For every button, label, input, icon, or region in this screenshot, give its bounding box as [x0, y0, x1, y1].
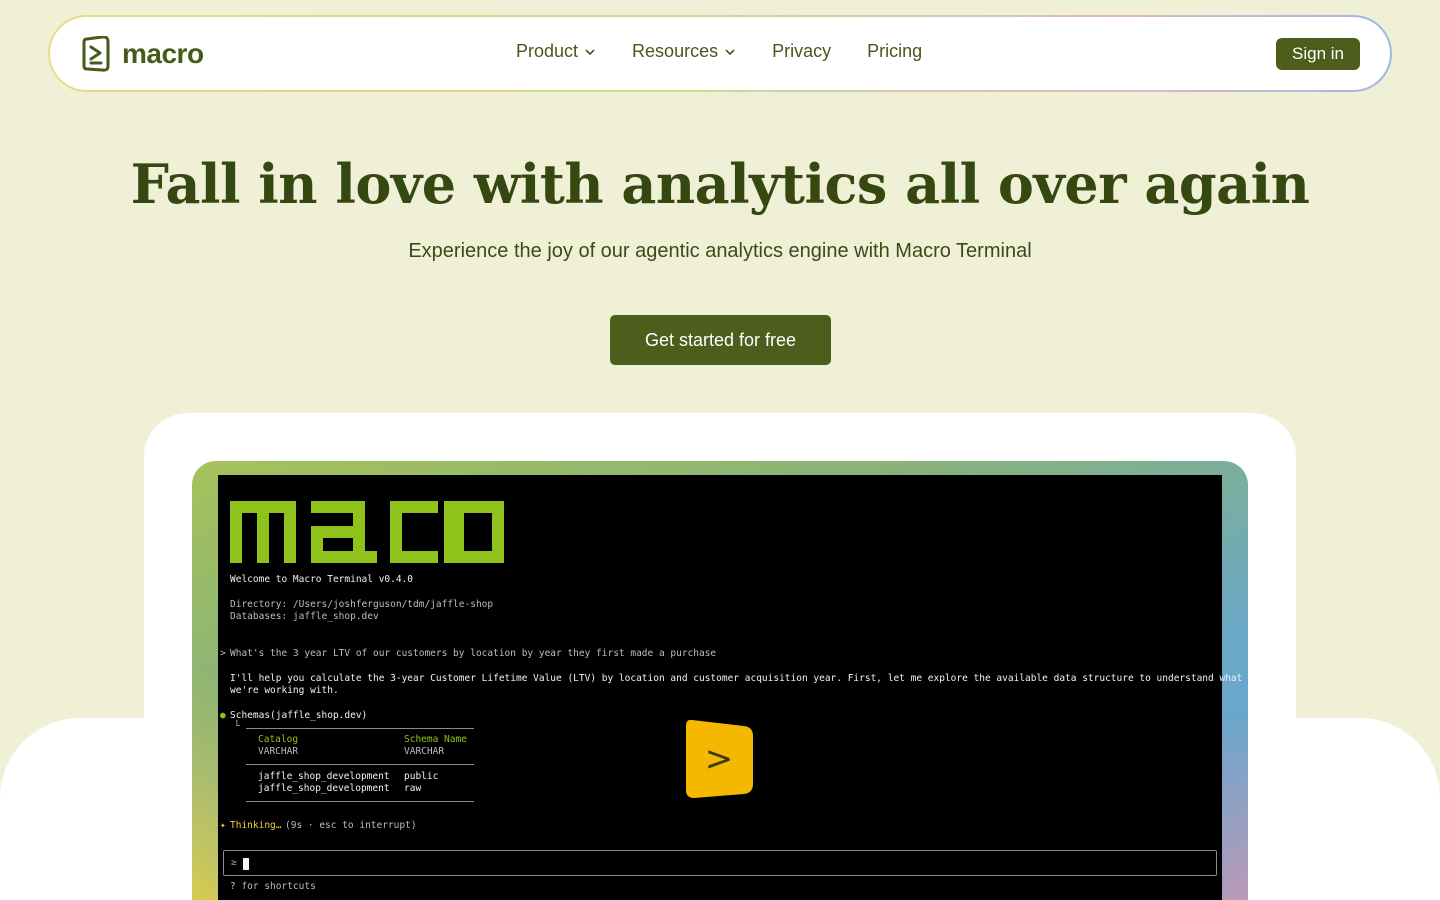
table-rule-bottom	[246, 801, 474, 802]
terminal-prompt-icon: >	[686, 719, 753, 798]
databases-text: Databases: jaffle_shop.dev	[230, 611, 379, 622]
chevron-down-icon	[585, 48, 595, 55]
hero-title: Fall in love with analytics all over aga…	[130, 152, 1310, 216]
logo-text: macro	[122, 38, 204, 69]
table-type-schema: VARCHAR	[404, 746, 445, 757]
shortcuts-hint: ? for shortcuts	[230, 881, 316, 892]
nav-resources[interactable]: Resources	[632, 41, 736, 62]
chevron-down-icon	[725, 48, 735, 55]
nav-privacy[interactable]: Privacy	[772, 41, 831, 62]
thinking-star: ✦	[220, 820, 226, 831]
table-row: public	[404, 771, 439, 782]
nav-links: Product Resources Privacy Pricing	[516, 41, 922, 62]
tool-call: Schemas(jaffle_shop.dev)	[230, 710, 368, 721]
table-row: jaffle_shop_development	[258, 771, 390, 782]
text-cursor	[243, 858, 249, 870]
table-header-schema: Schema Name	[404, 734, 467, 745]
response-line-2: we're working with.	[230, 685, 339, 696]
table-type-catalog: VARCHAR	[258, 746, 299, 757]
nav-resources-label: Resources	[632, 41, 719, 61]
query-prompt-marker: >	[220, 648, 226, 659]
thinking-label: Thinking…	[230, 820, 282, 831]
hero-subtitle: Experience the joy of our agentic analyt…	[408, 240, 1032, 262]
terminal-gradient-frame: macro	[192, 461, 1248, 900]
table-header-catalog: Catalog	[258, 734, 299, 745]
terminal-screenshot: macro	[218, 475, 1242, 900]
input-prompt: ≥	[231, 857, 237, 868]
logo[interactable]: macro	[80, 36, 204, 72]
play-terminal-button[interactable]: >	[686, 718, 754, 798]
tool-call-bullet: ●	[220, 710, 226, 721]
directory-text: Directory: /Users/joshferguson/tdm/jaffl…	[230, 599, 494, 610]
table-row: raw	[404, 783, 422, 794]
nav-privacy-label: Privacy	[772, 41, 832, 61]
navbar-inner: macro Product Resources Privacy Pricing …	[50, 17, 1390, 90]
terminal-input[interactable]: ≥	[223, 850, 1217, 876]
nav-pricing[interactable]: Pricing	[867, 41, 922, 62]
table-rule-mid	[246, 764, 474, 765]
table-row: jaffle_shop_development	[258, 783, 390, 794]
tree-branch: └	[234, 721, 240, 732]
nav-pricing-label: Pricing	[867, 41, 923, 61]
response-line-1: I'll help you calculate the 3-year Custo…	[230, 673, 1243, 684]
table-rule-top	[246, 728, 474, 729]
sign-in-button[interactable]: Sign in	[1276, 38, 1360, 70]
top-navbar: macro Product Resources Privacy Pricing …	[48, 15, 1392, 92]
nav-product-label: Product	[516, 41, 579, 61]
svg-text:>: >	[705, 739, 734, 779]
thinking-hint: (9s · esc to interrupt)	[285, 820, 417, 831]
nav-product[interactable]: Product	[516, 41, 596, 62]
user-query: What's the 3 year LTV of our customers b…	[230, 648, 717, 659]
get-started-button[interactable]: Get started for free	[610, 315, 831, 365]
macro-logo-icon	[82, 36, 110, 72]
macro-pixel-banner-o	[452, 501, 504, 563]
welcome-text: Welcome to Macro Terminal v0.4.0	[230, 574, 414, 585]
